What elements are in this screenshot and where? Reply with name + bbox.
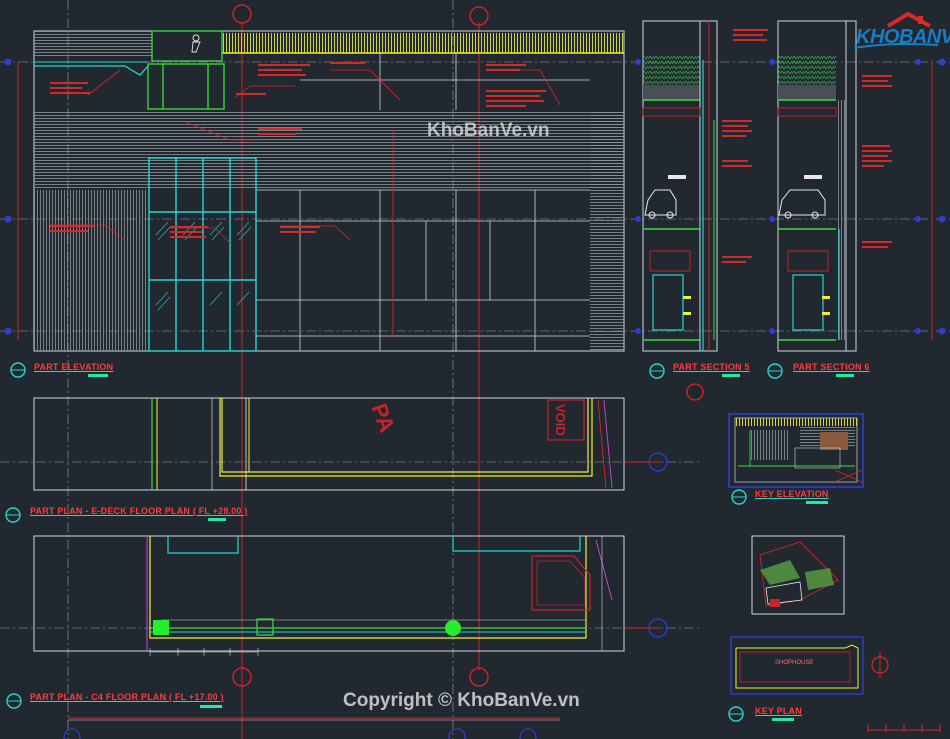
title-key-elevation: KEY ELEVATION <box>755 489 829 499</box>
title-plan-c4: PART PLAN - C4 FLOOR PLAN ( FL +17.00 ) <box>30 692 224 702</box>
watermark-text: KhoBanVe.vn <box>427 120 550 141</box>
copyright-watermark: Copyright © KhoBanVe.vn <box>343 690 580 711</box>
title-plan-edeck: PART PLAN - E-DECK FLOOR PLAN ( FL +28.0… <box>30 506 248 516</box>
plan-mark-void: VOID <box>553 404 568 436</box>
title-part-elevation: PART ELEVATION <box>34 362 114 372</box>
title-key-plan: KEY PLAN <box>755 706 802 716</box>
title-part-section-6: PART SECTION 6 <box>793 362 870 372</box>
cad-drawing-sheet: KHOBANVE KhoBanVe.vn Copyright © KhoBanV… <box>0 0 950 739</box>
logo-wordmark: KHOBANVE <box>856 26 950 48</box>
title-part-section-5: PART SECTION 5 <box>673 362 750 372</box>
plan-mark-shophouse: SHOPHOUSE <box>775 660 814 666</box>
